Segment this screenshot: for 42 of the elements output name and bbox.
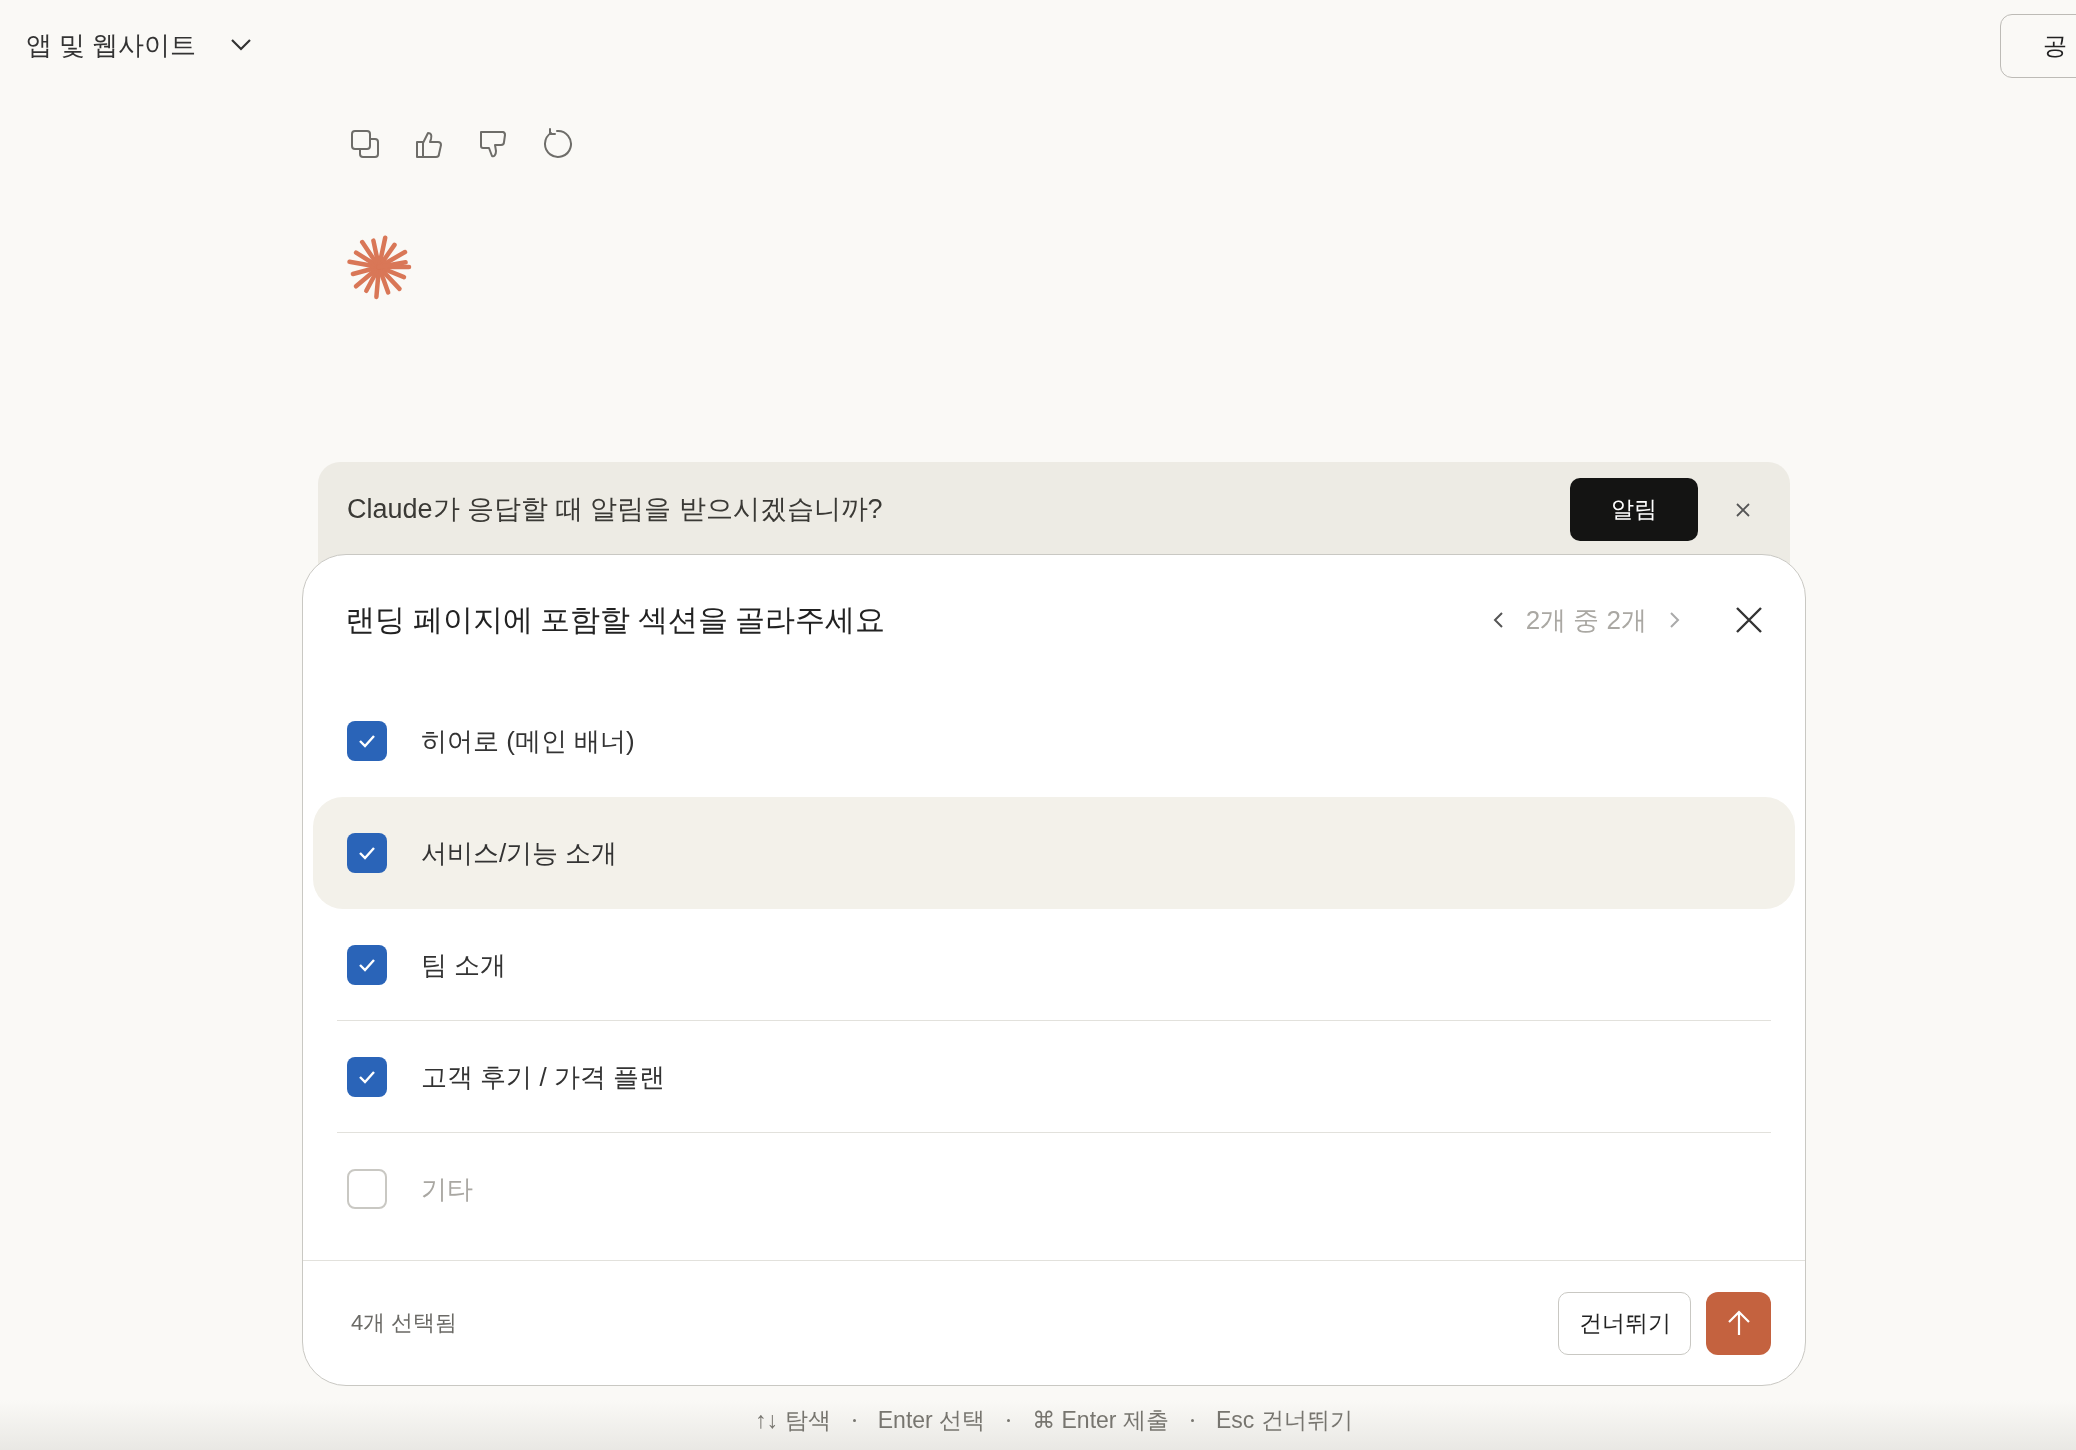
option-label: 서비스/기능 소개: [421, 836, 618, 870]
shortcut-hint: Esc 건너뛰기: [1215, 1406, 1353, 1435]
checkmark-icon: [357, 845, 377, 861]
submit-button[interactable]: [1706, 1291, 1771, 1355]
chevron-right-icon: [1669, 610, 1681, 630]
shortcut-hint: ⌘ Enter 제출: [1032, 1406, 1169, 1435]
skip-button[interactable]: 건너뛰기: [1558, 1291, 1691, 1355]
checkbox[interactable]: [347, 833, 387, 873]
chat-title[interactable]: 앱 및 웹사이트: [26, 27, 197, 63]
checkmark-icon: [357, 957, 377, 973]
thumbs-up-icon: [414, 129, 444, 159]
chevron-down-icon[interactable]: [230, 38, 253, 52]
shortcut-hint: Enter 선택: [877, 1406, 986, 1435]
copy-button[interactable]: [348, 127, 382, 161]
checkbox[interactable]: [347, 1169, 387, 1209]
thumbs-down-icon: [478, 129, 508, 159]
shortcut-hint: ↑↓ 탐색: [755, 1406, 831, 1435]
copy-icon: [350, 129, 380, 159]
page-indicator: 2개 중 2개: [1525, 603, 1647, 637]
option-label: 고객 후기 / 가격 플랜: [421, 1060, 666, 1094]
option-row[interactable]: 히어로 (메인 배너): [313, 685, 1795, 797]
checkbox[interactable]: [347, 721, 387, 761]
checkmark-icon: [357, 733, 377, 749]
share-button[interactable]: 공: [2000, 14, 2076, 78]
option-label: 히어로 (메인 배너): [421, 724, 635, 758]
option-label: 팀 소개: [421, 948, 507, 982]
notification-text: Claude가 응답할 때 알림을 받으시겠습니까?: [347, 493, 884, 526]
option-label: 기타: [421, 1172, 473, 1206]
sparkle-logo-icon: [346, 234, 412, 300]
checkbox[interactable]: [347, 945, 387, 985]
close-icon: [1735, 501, 1751, 518]
selection-count: 4개 선택됨: [351, 1309, 459, 1337]
checkbox[interactable]: [347, 1057, 387, 1097]
retry-icon: [541, 128, 573, 160]
option-row[interactable]: 고객 후기 / 가격 플랜: [313, 1021, 1795, 1133]
arrow-up-icon: [1726, 1309, 1751, 1337]
option-row[interactable]: 팀 소개: [313, 909, 1795, 1021]
checkmark-icon: [357, 1069, 377, 1085]
chevron-left-icon: [1491, 610, 1504, 630]
dialog-title: 랜딩 페이지에 포함할 섹션을 골라주세요: [345, 601, 886, 638]
notify-button[interactable]: 알림: [1570, 478, 1698, 541]
option-row[interactable]: 서비스/기능 소개: [313, 797, 1795, 909]
